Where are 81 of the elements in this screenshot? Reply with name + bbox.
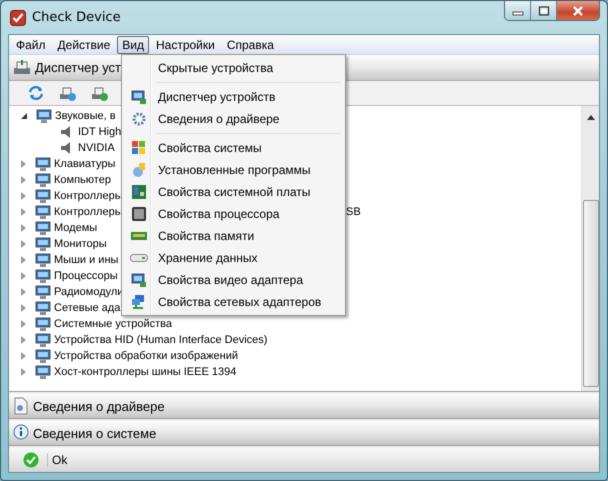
close-icon	[571, 6, 585, 16]
monitor-icon	[131, 89, 147, 105]
checkmark-icon	[10, 10, 26, 26]
menu-item[interactable]: Справка	[222, 36, 279, 54]
refresh-icon[interactable]	[27, 84, 45, 102]
menu-item[interactable]: Скрытые устройства	[124, 57, 343, 79]
menu-item[interactable]: Сведения о драйвере	[124, 108, 343, 130]
tree-item[interactable]: Звуковые, в	[55, 110, 116, 122]
device-icon	[35, 188, 51, 204]
device-icon	[36, 108, 52, 124]
device-icon	[35, 284, 51, 300]
device-icon	[35, 316, 51, 332]
panel-title: Диспетчер уст	[35, 60, 122, 75]
section-bar[interactable]: Сведения о драйвере	[9, 394, 599, 419]
menu-item[interactable]: Настройки	[151, 36, 220, 54]
tree-item[interactable]: Сетевые ада	[54, 302, 120, 314]
window-title: Check Device	[32, 10, 121, 25]
tree-item[interactable]: Радиомодули	[54, 286, 124, 298]
tree-item-text: SB	[346, 206, 361, 218]
tree-item[interactable]: Модемы	[54, 222, 98, 234]
tree-item[interactable]: Хост-контроллеры шины IEEE 1394	[54, 366, 236, 378]
device-icon	[35, 268, 51, 284]
menu-item[interactable]: Вид	[117, 36, 149, 54]
checkmark-icon	[23, 452, 39, 468]
tree-item[interactable]: Устройства HID (Human Interface Devices)	[54, 334, 268, 346]
device-icon	[35, 172, 51, 188]
tree-item[interactable]: Клавиатуры	[54, 158, 116, 170]
menu-item[interactable]: Файл	[11, 36, 51, 54]
scrollbar[interactable]	[581, 106, 599, 391]
menu-item[interactable]: Свойства памяти	[124, 225, 343, 247]
scroll-thumb[interactable]	[582, 200, 598, 387]
device-icon	[35, 204, 51, 220]
processor-icon	[131, 206, 147, 222]
device-icon	[35, 332, 51, 348]
tree-item[interactable]: Мониторы	[54, 238, 107, 250]
section-title: Сведения о драйвере	[33, 398, 165, 414]
device-icon	[35, 252, 51, 268]
printer-icon	[13, 60, 31, 76]
tree-item[interactable]: Процессоры	[54, 270, 118, 282]
menu-item[interactable]: Свойства видео адаптера	[124, 269, 343, 291]
section-bar[interactable]: Сведения о системе	[9, 421, 599, 446]
status-text: Ok	[47, 453, 68, 467]
device-icon	[35, 236, 51, 252]
device-icon	[35, 348, 51, 364]
tree-item[interactable]: NVIDIA	[78, 142, 115, 154]
menu-item[interactable]: Хранение данных	[124, 247, 343, 269]
tree-item[interactable]: Компьютер	[54, 174, 111, 186]
menu-item[interactable]: Диспетчер устройств	[124, 86, 343, 108]
menu-item[interactable]: Свойства системы	[124, 137, 343, 159]
menu-item[interactable]: Свойства сетевых адаптеров	[124, 291, 343, 313]
maximize-button[interactable]	[531, 1, 557, 20]
tree-item[interactable]: Устройства обработки изображений	[54, 350, 238, 362]
section-title: Сведения о системе	[33, 426, 156, 440]
network-icon	[131, 294, 147, 310]
device-icon	[35, 300, 51, 316]
drive-icon	[130, 253, 148, 263]
motherboard-icon	[131, 184, 147, 200]
menu-item[interactable]: Установленные программы	[124, 159, 343, 181]
device-icon	[35, 156, 51, 172]
document-icon	[13, 397, 29, 415]
info-icon	[13, 424, 29, 442]
gear-icon	[132, 112, 146, 126]
scroll-up-icon[interactable]	[586, 114, 594, 120]
tree-item[interactable]: Мыши и ины	[54, 254, 118, 266]
tree-item[interactable]: Контроллеры	[54, 206, 123, 218]
windows-logo-icon	[131, 140, 147, 156]
software-icon	[131, 162, 147, 178]
expander-icon[interactable]	[21, 113, 27, 119]
device-icon	[35, 220, 51, 236]
monitor-icon	[131, 272, 147, 288]
close-button[interactable]	[557, 1, 599, 20]
minimize-button[interactable]	[505, 1, 531, 20]
device-icon	[35, 364, 51, 380]
menu-item[interactable]: Свойства системной платы	[124, 181, 343, 203]
memory-icon	[131, 231, 147, 241]
maximize-icon	[538, 6, 550, 16]
menu-item[interactable]: Действие	[52, 36, 116, 54]
tree-item[interactable]: Системные устройства	[54, 318, 172, 330]
menu-item[interactable]: Свойства процессора	[124, 203, 343, 225]
tree-item[interactable]: IDT High	[78, 126, 122, 138]
tree-item[interactable]: Контроллеры	[54, 190, 123, 202]
